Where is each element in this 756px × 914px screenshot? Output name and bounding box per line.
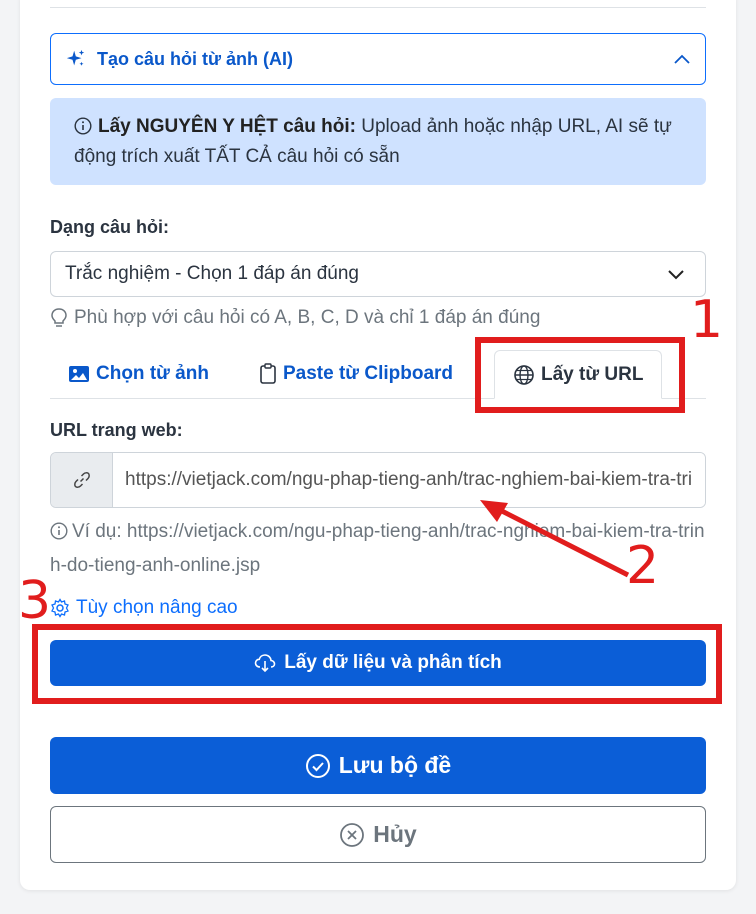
url-input-group xyxy=(50,452,706,508)
cancel-button[interactable]: Hủy xyxy=(50,806,706,863)
question-type-value: Trắc nghiệm - Chọn 1 đáp án đúng xyxy=(65,263,359,284)
tab-image[interactable]: Chọn từ ảnh xyxy=(68,350,209,398)
save-button-label: Lưu bộ đề xyxy=(338,752,452,778)
info-icon xyxy=(74,117,92,135)
fetch-analyze-button[interactable]: Lấy dữ liệu và phân tích xyxy=(50,640,706,686)
fetch-button-label: Lấy dữ liệu và phân tích xyxy=(284,652,502,673)
advanced-options-label: Tùy chọn nâng cao xyxy=(76,597,238,618)
example-url: https://vietjack.com/ngu-phap-tieng-anh/… xyxy=(50,521,705,576)
question-type-hint: Phù hợp với câu hỏi có A, B, C, D và chỉ… xyxy=(50,307,540,329)
tab-label: Chọn từ ảnh xyxy=(96,363,209,384)
divider xyxy=(50,7,706,8)
url-input[interactable] xyxy=(113,453,705,507)
tab-clipboard[interactable]: Paste từ Clipboard xyxy=(259,350,453,398)
sparkle-icon xyxy=(66,49,85,66)
cancel-button-label: Hủy xyxy=(373,821,417,847)
clipboard-icon xyxy=(260,363,276,384)
cloud-download-icon xyxy=(254,654,276,673)
gear-icon xyxy=(51,598,69,618)
url-label: URL trang web: xyxy=(50,420,183,440)
hint-text: Phù hợp với câu hỏi có A, B, C, D và chỉ… xyxy=(74,307,541,328)
chevron-up-icon xyxy=(674,54,690,64)
x-circle-icon xyxy=(340,822,365,847)
globe-icon xyxy=(514,364,534,385)
ai-section-title: Tạo câu hỏi từ ảnh (AI) xyxy=(97,48,294,69)
image-icon xyxy=(69,366,89,382)
ai-section-toggle[interactable]: Tạo câu hỏi từ ảnh (AI) xyxy=(50,33,706,85)
chevron-down-icon xyxy=(668,270,684,280)
tab-label: Lấy từ URL xyxy=(541,363,644,385)
annotation-number-1: 1 xyxy=(690,290,724,350)
info-alert: Lấy NGUYÊN Y HỆT câu hỏi: Upload ảnh hoặ… xyxy=(50,98,706,185)
info-bold-text: Lấy NGUYÊN Y HỆT câu hỏi: xyxy=(98,116,356,137)
question-type-label: Dạng câu hỏi: xyxy=(50,217,170,237)
save-button[interactable]: Lưu bộ đề xyxy=(50,737,706,794)
link-icon xyxy=(51,453,113,507)
lightbulb-icon xyxy=(51,308,67,327)
url-example: Ví dụ: https://vietjack.com/ngu-phap-tie… xyxy=(50,515,710,583)
annotation-number-2: 2 xyxy=(626,536,660,596)
tab-label: Paste từ Clipboard xyxy=(283,363,454,384)
tab-url[interactable]: Lấy từ URL xyxy=(494,350,663,399)
advanced-options-link[interactable]: Tùy chọn nâng cao xyxy=(50,597,238,619)
question-type-select[interactable]: Trắc nghiệm - Chọn 1 đáp án đúng xyxy=(50,251,706,297)
annotation-number-3: 3 xyxy=(18,571,52,631)
info-icon xyxy=(50,522,68,540)
example-prefix: Ví dụ: xyxy=(72,521,127,542)
check-circle-icon xyxy=(305,753,330,778)
